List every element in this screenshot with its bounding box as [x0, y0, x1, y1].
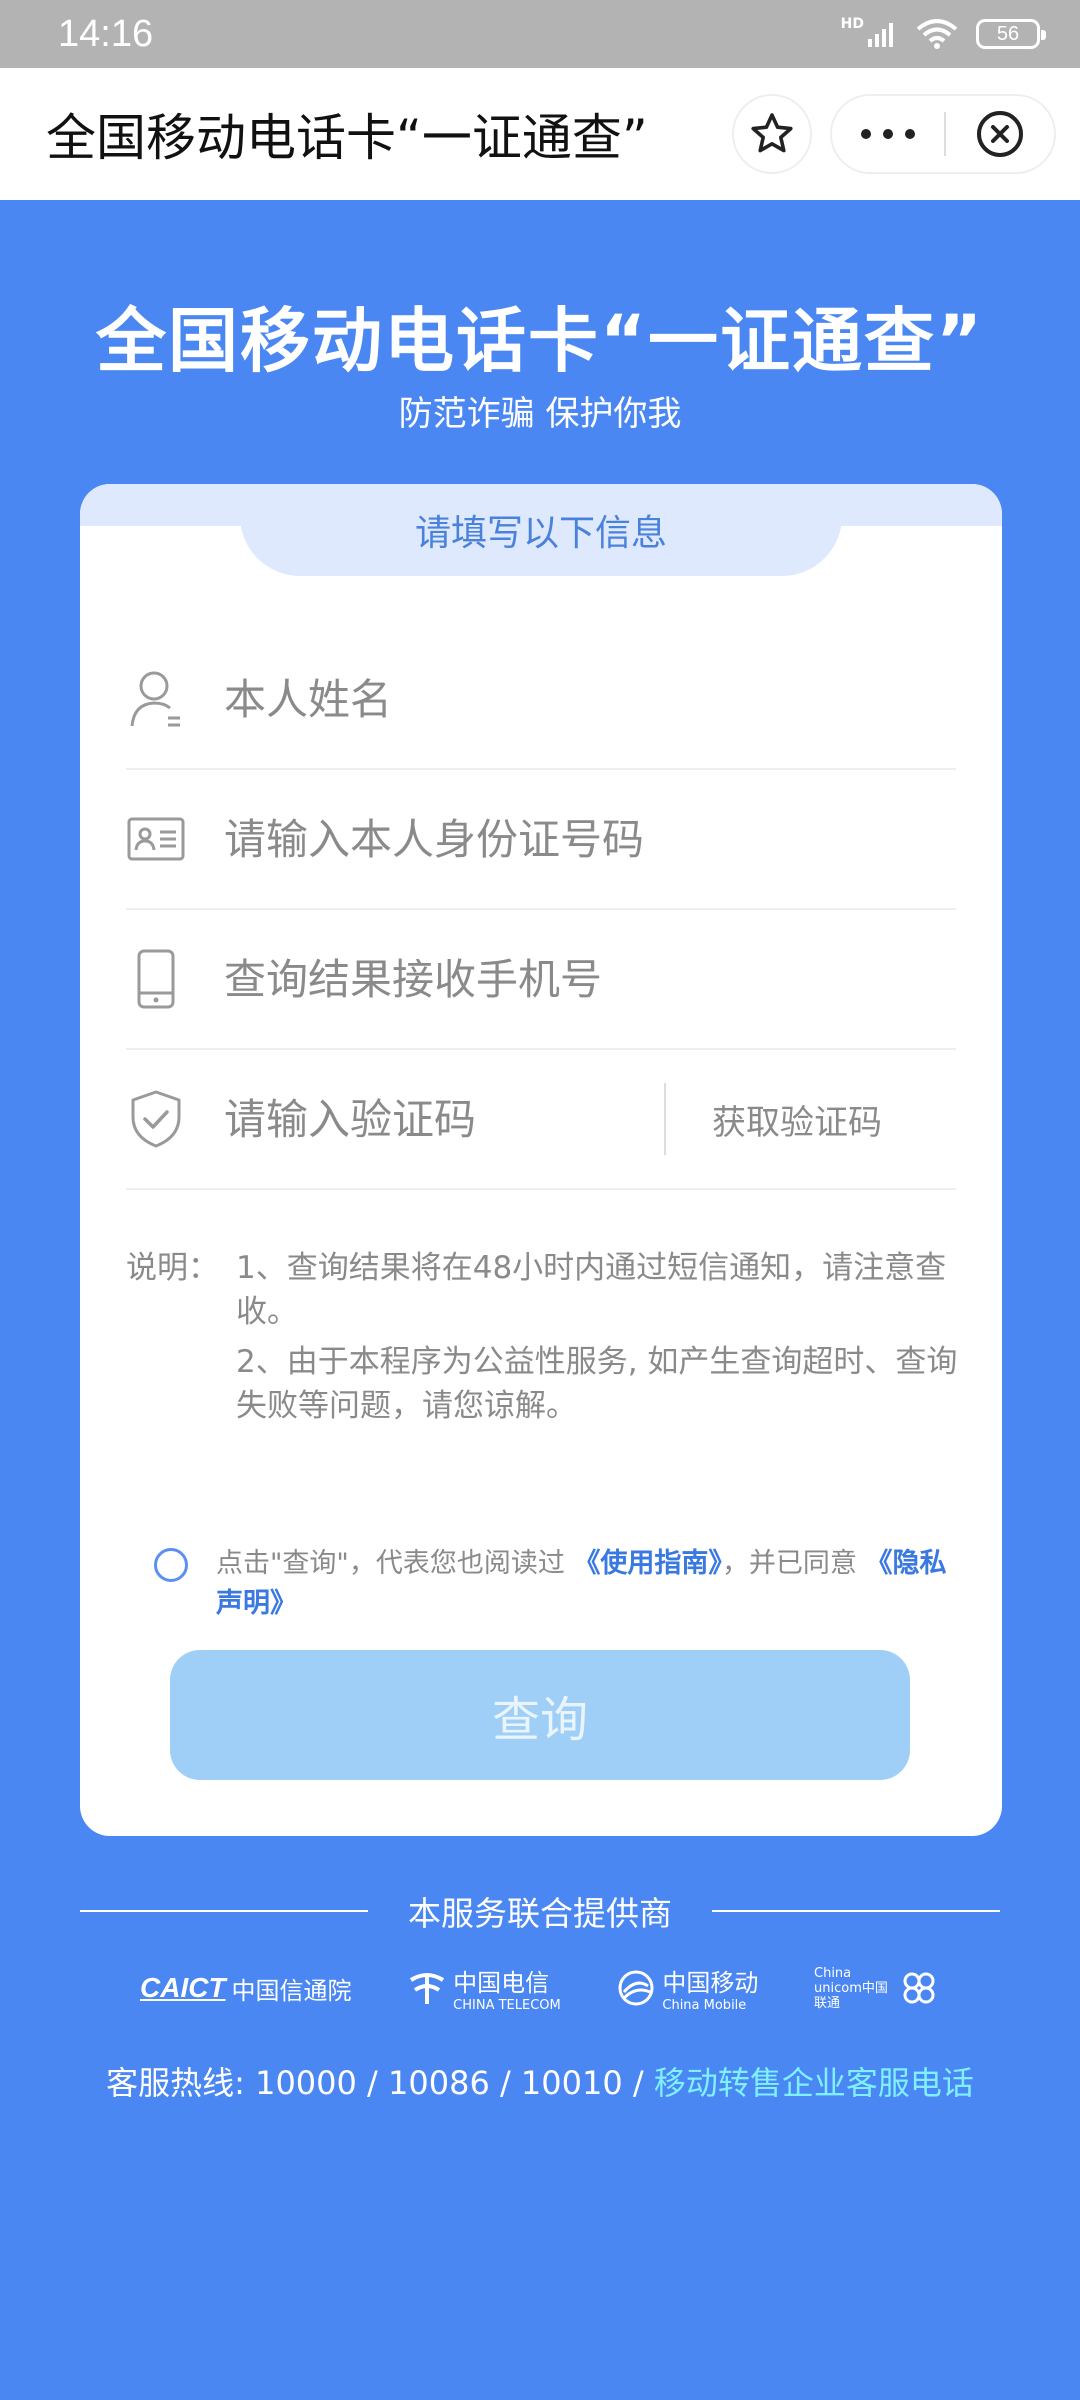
id-row: [126, 770, 956, 910]
note-item-2: 2、由于本程序为公益性服务, 如产生查询超时、查询失败等问题，请您谅解。: [236, 1344, 958, 1424]
get-code-button[interactable]: 获取验证码: [712, 1095, 882, 1144]
provider-logos: CAICT 中国信通院 中国电信 CHINA TELECOM 中国移动 Chin…: [140, 1956, 940, 2020]
id-card-icon: [126, 804, 186, 874]
note-item-1: 1、查询结果将在48小时内通过短信通知，请注意查收。: [236, 1250, 947, 1330]
agree-radio[interactable]: [154, 1548, 188, 1582]
china-unicom-logo: China unicom中国联通: [814, 1966, 940, 2011]
hero-title: 全国移动电话卡“一证通查”: [95, 300, 984, 382]
more-icon: [861, 129, 915, 139]
china-telecom-logo: 中国电信 CHINA TELECOM: [407, 1963, 561, 2013]
mobile-en: China Mobile: [662, 1998, 747, 2013]
agreement-middle: ，并已同意: [721, 1548, 857, 1579]
hotline: 客服热线: 10000 / 10086 / 10010 / 移动转售企业客服电话: [0, 2058, 1080, 2104]
unicom-knot-icon: [903, 1972, 935, 2004]
divider-left: [80, 1910, 368, 1912]
status-icons: HD 56: [840, 16, 1046, 49]
battery-icon: 56: [976, 19, 1046, 49]
query-form-card: 请填写以下信息 本人姓名 请输入本人身份证号码 查询结果接收手机号 请输入验证码…: [80, 484, 1002, 1836]
telecom-en: CHINA TELECOM: [453, 1998, 561, 2013]
phone-row: [126, 910, 956, 1050]
form-heading: 请填写以下信息: [240, 484, 842, 576]
caict-cn: 中国信通院: [231, 1976, 352, 2005]
code-row: 获取验证码: [126, 1050, 956, 1190]
star-icon: [751, 113, 793, 153]
caict-en: CAICT: [140, 1972, 226, 2003]
name-row: [126, 630, 956, 770]
mobile-cn: 中国移动: [662, 1969, 759, 1997]
agreement-prefix: 点击"查询"，代表您也阅读过: [216, 1548, 565, 1579]
guide-link[interactable]: 《使用指南》: [573, 1548, 722, 1579]
favorite-button[interactable]: [732, 94, 812, 174]
hotline-numbers: 客服热线: 10000 / 10086 / 10010 /: [106, 2064, 644, 2102]
miniprogram-capsule: [830, 94, 1056, 174]
china-mobile-logo: 中国移动 China Mobile: [616, 1963, 758, 2013]
title-bar: 全国移动电话卡“一证通查”: [0, 68, 1080, 200]
agreement: 点击"查询"，代表您也阅读过 《使用指南》，并已同意 《隐私声明》: [154, 1544, 954, 1624]
telecom-mark-icon: [410, 1973, 445, 2004]
network-type: HD: [840, 16, 864, 32]
providers-title: 本服务联合提供商: [408, 1894, 672, 1933]
unicom-text: China unicom中国联通: [814, 1965, 888, 2011]
battery-level: 56: [996, 22, 1020, 45]
status-bar: 14:16 HD 56: [0, 0, 1080, 68]
close-icon: [977, 111, 1023, 157]
wifi-icon: [916, 19, 958, 49]
providers-header: 本服务联合提供商: [80, 1886, 1000, 1936]
page-title: 全国移动电话卡“一证通查”: [46, 109, 648, 167]
person-icon: [126, 664, 186, 734]
mobile-mark-icon: [618, 1970, 654, 2006]
id-number-input[interactable]: [224, 814, 744, 864]
code-input[interactable]: [224, 1094, 678, 1144]
hero-subtitle: 防范诈骗 保护你我: [398, 394, 682, 434]
query-button[interactable]: 查询: [170, 1650, 910, 1780]
notes-label: 说明：: [126, 1250, 219, 1286]
signal-icon: [868, 23, 893, 47]
divider-right: [712, 1910, 1000, 1912]
close-button[interactable]: [946, 96, 1054, 172]
telecom-cn: 中国电信: [453, 1969, 550, 1997]
caict-logo: CAICT 中国信通院: [140, 1971, 352, 2006]
phone-input[interactable]: [224, 954, 744, 1004]
code-divider: [664, 1083, 666, 1155]
phone-icon: [126, 944, 186, 1014]
more-button[interactable]: [832, 96, 944, 172]
mvno-hotline-link[interactable]: 移动转售企业客服电话: [654, 2064, 974, 2102]
shield-check-icon: [126, 1084, 186, 1154]
name-input[interactable]: [224, 674, 744, 724]
status-time: 14:16: [58, 12, 154, 55]
